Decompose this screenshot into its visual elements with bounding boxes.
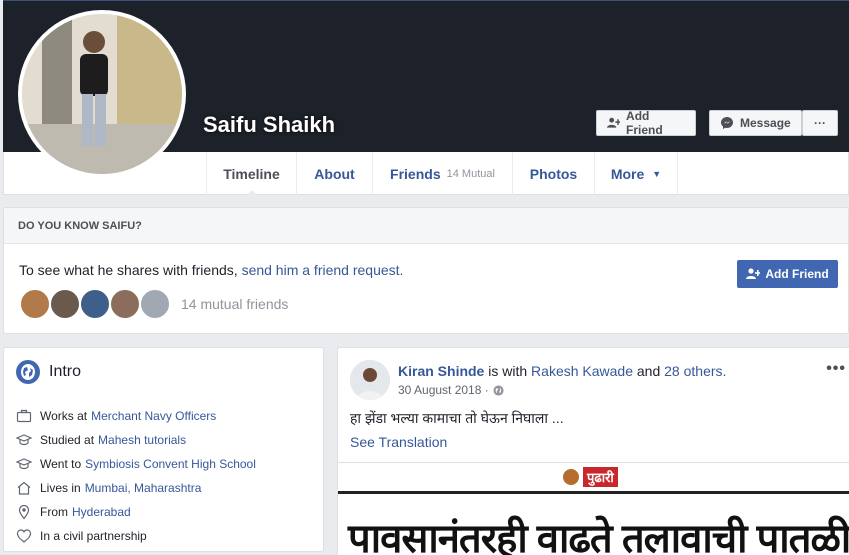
briefcase-icon [16,409,32,423]
messenger-icon [721,117,733,129]
intro-lives-link[interactable]: Mumbai, Maharashtra [85,481,202,495]
post-options-icon[interactable]: ••• [826,360,846,378]
newspaper-emblem-icon [563,469,579,485]
post-author-name[interactable]: Kiran Shinde [398,363,484,379]
graduation-cap-icon [16,458,32,470]
caret-down-icon: ▼ [652,168,662,179]
intro-card: Intro Works at Merchant Navy Officers St… [3,347,324,552]
intro-school-link[interactable]: Symbiosis Convent High School [85,457,256,471]
post-author-avatar[interactable] [350,360,390,400]
profile-photo-image [22,14,182,174]
tab-friends[interactable]: Friends 14 Mutual [372,152,512,195]
more-options-button[interactable]: ··· [802,110,838,136]
intro-work-link[interactable]: Merchant Navy Officers [91,409,216,423]
location-pin-icon [18,504,30,520]
active-tab-indicator [245,190,258,196]
intro-lives: Lives in Mumbai, Maharashtra [16,476,256,500]
mutual-friend-avatar[interactable] [49,288,81,320]
post-text: हा झेंडा भल्या कामाचा तो घेऊन निघाला ... [350,410,564,426]
tagged-friend-link[interactable]: Rakesh Kawade [531,363,633,379]
tagged-others-link[interactable]: 28 others. [664,363,726,379]
mutual-friend-avatar[interactable] [109,288,141,320]
timeline-post: Kiran Shinde is with Rakesh Kawade and 2… [337,347,849,555]
tab-photos[interactable]: Photos [512,152,594,195]
do-you-know-card: DO YOU KNOW SAIFU? To see what he shares… [3,207,849,334]
intro-study-link[interactable]: Mahesh tutorials [98,433,186,447]
intro-relationship: In a civil partnership [16,524,256,548]
intro-from: From Hyderabad [16,500,256,524]
add-friend-button[interactable]: Add Friend [596,109,696,137]
newspaper-headline: पावसानंतरही वाढते तलावाची पातळी [348,517,849,555]
mutual-friend-avatar[interactable] [79,288,111,320]
mutual-friend-avatar[interactable] [19,288,51,320]
mutual-count: 14 Mutual [446,167,495,180]
see-translation-link[interactable]: See Translation [350,434,447,450]
mutual-friends-row[interactable]: 14 mutual friends [19,288,288,320]
post-date[interactable]: 30 August 2018 · [398,383,489,397]
intro-from-link[interactable]: Hyderabad [72,505,131,519]
heart-icon [16,529,32,543]
graduation-cap-icon [16,434,32,446]
message-button[interactable]: Message [709,110,802,136]
globe-icon [16,360,40,384]
home-icon [17,481,31,495]
add-friend-button-secondary[interactable]: Add Friend [737,260,838,288]
post-meta: 30 August 2018 · [398,383,504,397]
profile-picture[interactable] [18,10,186,178]
add-friend-icon [607,117,621,128]
intro-work: Works at Merchant Navy Officers [16,404,256,428]
mutual-friend-avatar[interactable] [139,288,171,320]
add-friend-icon [746,268,761,279]
card-title: DO YOU KNOW SAIFU? [4,208,848,244]
newspaper-logo: पुढारी [563,467,618,487]
tab-about[interactable]: About [296,152,372,195]
post-header: Kiran Shinde is with Rakesh Kawade and 2… [398,363,727,379]
newspaper-rule [338,491,849,494]
intro-list: Works at Merchant Navy Officers Studied … [16,404,256,548]
tab-more[interactable]: More ▼ [594,152,678,195]
mutual-friends-count[interactable]: 14 mutual friends [181,296,288,312]
friend-request-prompt: To see what he shares with friends, send… [19,262,404,278]
profile-name[interactable]: Saifu Shaikh [203,112,335,138]
post-image[interactable]: पुढारी पावसानंतरही वाढते तलावाची पातळी [338,462,849,555]
intro-header: Intro [16,360,81,384]
intro-school: Went to Symbiosis Convent High School [16,452,256,476]
post-author-photo [350,360,390,400]
intro-study: Studied at Mahesh tutorials [16,428,256,452]
tab-timeline[interactable]: Timeline [206,152,296,196]
public-globe-icon[interactable] [493,384,504,396]
send-friend-request-link[interactable]: send him a friend request. [242,262,404,278]
